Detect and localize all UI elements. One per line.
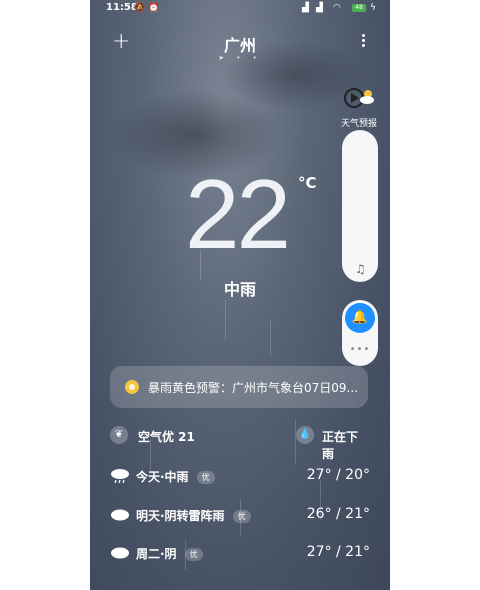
bell-icon: 🔔 — [351, 310, 369, 325]
forecast-day-label: 周二·阴优 — [136, 545, 203, 562]
forecast-temp: 27° / 20° — [306, 467, 370, 483]
warning-sun-icon — [125, 380, 139, 394]
media-slider-panel[interactable]: ♫ — [342, 130, 378, 282]
current-temperature: 22 — [185, 159, 291, 269]
alarm-icon: ⏰ — [148, 3, 160, 13]
forecast-video-button[interactable]: 天气预报 — [338, 86, 380, 129]
cloud-icon — [111, 547, 129, 559]
weather-alert-banner[interactable]: 暴雨黄色预警：广州市气象台07日09... — [110, 366, 368, 408]
aqi-badge: 优 — [196, 471, 215, 484]
forecast-day-label: 明天·阴转雷阵雨优 — [136, 507, 251, 524]
temperature-unit: °C — [298, 174, 317, 192]
more-options-button[interactable] — [358, 32, 368, 50]
rain-cloud-icon — [111, 469, 129, 483]
play-weather-icon — [344, 88, 374, 108]
forecast-video-label: 天气预报 — [340, 119, 377, 129]
forecast-temp: 27° / 21° — [306, 544, 370, 560]
status-bar: 11:58 🔕 ⏰ ▟ ▟ ◠ 48 ϟ — [90, 0, 390, 18]
aqi-badge: 优 — [184, 548, 203, 561]
bell-button[interactable]: 🔔 — [345, 303, 375, 333]
leaf-icon: ❦ — [110, 426, 128, 444]
aqi-text[interactable]: 空气优 21 — [138, 428, 195, 445]
alert-control-panel: 🔔 ••• — [342, 300, 378, 366]
page-indicator: ➤ • • — [218, 54, 262, 62]
mute-bell-icon: 🔕 — [134, 3, 146, 13]
weather-screen: 11:58 🔕 ⏰ ▟ ▟ ◠ 48 ϟ + 广州 ➤ • • 22 °C 中雨… — [90, 0, 390, 590]
signal-icon: ▟ — [316, 3, 323, 13]
aqi-badge: 优 — [232, 510, 251, 523]
forecast-row-today[interactable]: 今天·中雨优 27° / 20° — [110, 464, 370, 488]
forecast-row-tomorrow[interactable]: 明天·阴转雷阵雨优 26° / 21° — [110, 503, 370, 527]
battery-indicator: 48 — [352, 4, 366, 12]
alert-text: 暴雨黄色预警：广州市气象台07日09... — [148, 381, 358, 395]
forecast-day-label: 今天·中雨优 — [136, 468, 215, 485]
wifi-icon: ◠ — [333, 3, 341, 13]
charging-icon: ϟ — [370, 3, 376, 13]
rain-status[interactable]: 正在下雨 — [322, 428, 368, 462]
drop-icon: 💧 — [296, 426, 314, 444]
rain-streak — [270, 320, 271, 355]
city-title: 广州 — [223, 36, 256, 55]
air-quality-row: ❦ 空气优 21 💧 正在下雨 — [110, 424, 368, 461]
more-vertical-icon — [361, 34, 365, 37]
rain-streak — [225, 300, 226, 340]
forecast-row-tuesday[interactable]: 周二·阴优 27° / 21° — [110, 541, 370, 565]
music-note-icon[interactable]: ♫ — [355, 262, 366, 276]
forecast-temp: 26° / 21° — [306, 506, 370, 522]
signal-icon: ▟ — [302, 3, 309, 13]
cloud-icon — [111, 509, 129, 521]
current-condition: 中雨 — [223, 280, 256, 299]
side-more-dots[interactable]: ••• — [342, 344, 378, 355]
